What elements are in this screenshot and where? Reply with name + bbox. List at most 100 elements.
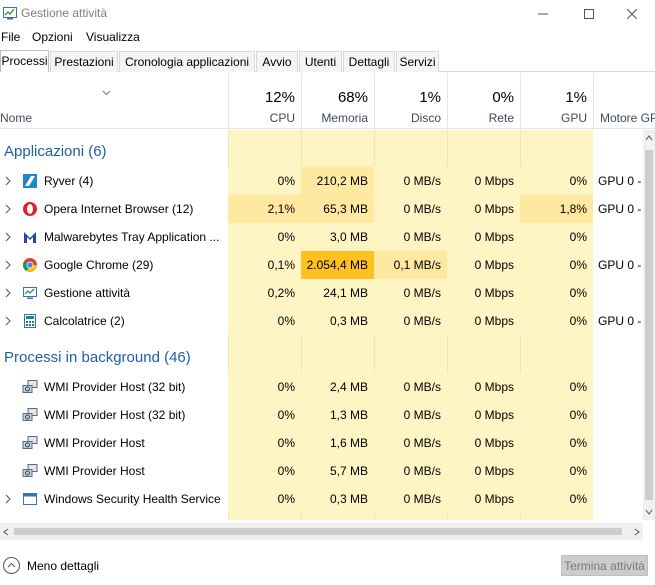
scroll-down-icon[interactable] bbox=[645, 509, 653, 515]
sort-chevron-icon[interactable] bbox=[102, 90, 111, 96]
vertical-scroll-thumb[interactable] bbox=[645, 150, 653, 500]
service-icon bbox=[22, 463, 38, 479]
process-mem-value: 65,3 MB bbox=[301, 195, 374, 223]
process-row[interactable]: WMI Provider Host (32 bit) 0% 1,3 MB 0 MB/s… bbox=[0, 401, 643, 429]
network-label: Rete bbox=[488, 111, 514, 125]
menu-options[interactable]: Opzioni bbox=[32, 30, 73, 44]
process-row[interactable]: WMI Provider Host (32 bit) 0% 2,4 MB 0 MB/s… bbox=[0, 373, 643, 401]
expand-chevron-icon[interactable] bbox=[4, 493, 12, 505]
process-net-value: 0 Mbps bbox=[447, 485, 520, 513]
tab-details[interactable]: Dettagli bbox=[343, 51, 395, 72]
fewer-details-icon[interactable] bbox=[3, 557, 20, 574]
process-mem-value: 5,7 MB bbox=[301, 457, 374, 485]
chrome-icon bbox=[22, 257, 38, 273]
process-gpu-value: 1,8% bbox=[520, 195, 593, 223]
horizontal-scrollbar[interactable] bbox=[0, 523, 643, 540]
minimize-button[interactable] bbox=[520, 0, 566, 27]
process-gpu-value: 0% bbox=[520, 251, 593, 279]
process-gpu-engine-value bbox=[593, 279, 643, 307]
process-cpu-value: 0,2% bbox=[228, 279, 301, 307]
process-mem-value: 24,1 MB bbox=[301, 279, 374, 307]
column-disk[interactable]: 1% Disco bbox=[374, 73, 447, 129]
menu-file[interactable]: File bbox=[1, 30, 20, 44]
tab-services[interactable]: Servizi bbox=[396, 51, 439, 72]
scroll-right-icon[interactable] bbox=[634, 528, 640, 536]
calculator-icon bbox=[22, 313, 38, 329]
scroll-up-icon[interactable] bbox=[645, 135, 653, 141]
cpu-label: CPU bbox=[269, 111, 295, 125]
network-total: 0% bbox=[492, 89, 514, 106]
service-icon bbox=[22, 379, 38, 395]
column-memory[interactable]: 68% Memoria bbox=[301, 73, 374, 129]
process-disk-value: 0 MB/s bbox=[374, 485, 447, 513]
horizontal-scroll-thumb[interactable] bbox=[14, 528, 622, 535]
process-disk-value: 0 MB/s bbox=[374, 167, 447, 195]
tab-processes[interactable]: Processi bbox=[0, 50, 49, 72]
service-icon bbox=[22, 407, 38, 423]
tab-startup[interactable]: Avvio bbox=[256, 51, 298, 72]
process-row[interactable]: Malwarebytes Tray Application ... 0% 3,0 M… bbox=[0, 223, 643, 251]
gpu-engine-label: Motore GPU bbox=[600, 111, 655, 125]
process-cpu-value: 0% bbox=[228, 485, 301, 513]
column-network[interactable]: 0% Rete bbox=[447, 73, 520, 129]
title-bar: Gestione attività bbox=[0, 0, 655, 27]
tab-users[interactable]: Utenti bbox=[299, 51, 342, 72]
process-cpu-value: 0% bbox=[228, 457, 301, 485]
menu-view[interactable]: Visualizza bbox=[86, 30, 140, 44]
tab-strip: Processi Prestazioni Cronologia applicaz… bbox=[0, 50, 655, 72]
process-row[interactable]: Gestione attività 0,2% 24,1 MB 0 MB/s 0 Mbps… bbox=[0, 279, 643, 307]
process-name: WMI Provider Host bbox=[44, 464, 145, 478]
process-mem-value: 0,3 MB bbox=[301, 485, 374, 513]
column-cpu[interactable]: 12% CPU bbox=[228, 73, 301, 129]
column-gpu[interactable]: 1% GPU bbox=[520, 73, 593, 129]
service-icon bbox=[22, 435, 38, 451]
column-gpu-engine[interactable]: Motore GPU bbox=[593, 73, 655, 129]
process-net-value: 0 Mbps bbox=[447, 195, 520, 223]
expand-chevron-icon[interactable] bbox=[4, 259, 12, 271]
process-row[interactable]: Ryver (4) 0% 210,2 MB 0 MB/s 0 Mbps 0% GPU 0 - bbox=[0, 167, 643, 195]
process-name: WMI Provider Host (32 bit) bbox=[44, 380, 186, 394]
vertical-scrollbar[interactable] bbox=[643, 130, 655, 520]
process-gpu-value: 0% bbox=[520, 279, 593, 307]
memory-label: Memoria bbox=[321, 111, 368, 125]
minimize-icon bbox=[538, 13, 548, 14]
process-gpu-value: 0% bbox=[520, 167, 593, 195]
process-disk-value: 0,1 MB/s bbox=[374, 251, 447, 279]
menu-bar: File Opzioni Visualizza bbox=[0, 28, 655, 46]
end-task-button[interactable]: Termina attività bbox=[561, 555, 648, 576]
process-row[interactable]: Calcolatrice (2) 0% 0,3 MB 0 MB/s 0 Mbps 0% GP… bbox=[0, 307, 643, 335]
process-cpu-value: 0% bbox=[228, 401, 301, 429]
process-row[interactable]: Google Chrome (29) 0,1% 2.054,4 MB 0,1 MB/s… bbox=[0, 251, 643, 279]
process-net-value: 0 Mbps bbox=[447, 373, 520, 401]
process-row[interactable]: Windows Security Health Service 0% 0,3 MB 0… bbox=[0, 485, 643, 513]
process-name: WMI Provider Host (32 bit) bbox=[44, 408, 186, 422]
process-gpu-value: 0% bbox=[520, 373, 593, 401]
close-button[interactable] bbox=[609, 0, 655, 27]
expand-chevron-icon[interactable] bbox=[4, 231, 12, 243]
process-row[interactable]: WMI Provider Host 0% 1,6 MB 0 MB/s 0 Mbps 0% bbox=[0, 429, 643, 457]
tab-app-history[interactable]: Cronologia applicazioni bbox=[119, 51, 255, 72]
expand-chevron-icon[interactable] bbox=[4, 203, 12, 215]
column-name[interactable]: Nome bbox=[0, 111, 32, 125]
process-row[interactable]: Opera Internet Browser (12) 2,1% 65,3 MB 0 … bbox=[0, 195, 643, 223]
process-gpu-engine-value: GPU 0 - bbox=[598, 314, 642, 328]
expand-chevron-icon[interactable] bbox=[4, 287, 12, 299]
expand-chevron-icon[interactable] bbox=[4, 175, 12, 187]
fewer-details-link[interactable]: Meno dettagli bbox=[27, 559, 99, 573]
process-disk-value: 0 MB/s bbox=[374, 429, 447, 457]
maximize-button[interactable] bbox=[566, 0, 612, 27]
process-name: WMI Provider Host bbox=[44, 436, 145, 450]
process-gpu-engine-value bbox=[593, 485, 643, 513]
process-net-value: 0 Mbps bbox=[447, 279, 520, 307]
task-manager-icon bbox=[3, 7, 17, 20]
process-row[interactable]: WMI Provider Host 0% 5,7 MB 0 MB/s 0 Mbps 0% bbox=[0, 457, 643, 485]
footer: Meno dettagli Termina attività bbox=[0, 548, 655, 585]
process-gpu-engine-value bbox=[593, 373, 643, 401]
close-icon bbox=[627, 8, 637, 19]
tab-performance[interactable]: Prestazioni bbox=[50, 51, 118, 72]
process-disk-value: 0 MB/s bbox=[374, 223, 447, 251]
disk-label: Disco bbox=[410, 111, 441, 125]
process-gpu-value: 0% bbox=[520, 457, 593, 485]
expand-chevron-icon[interactable] bbox=[4, 315, 12, 327]
scroll-left-icon[interactable] bbox=[3, 528, 9, 536]
